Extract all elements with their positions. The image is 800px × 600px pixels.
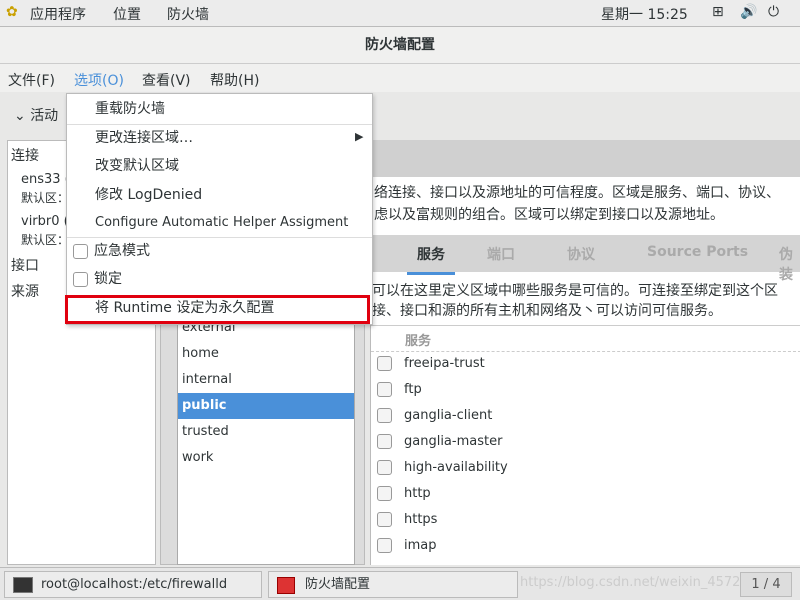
terminal-icon bbox=[13, 577, 33, 593]
clock[interactable]: 星期一 15:25 bbox=[601, 4, 688, 24]
services-description: 可以在这里定义区域中哪些服务是可信的。可连接至绑定到这个区 bbox=[372, 283, 778, 299]
menu-change-default-zone[interactable]: 改变默认区域 bbox=[95, 153, 179, 179]
connection-ens33[interactable]: ens33 ( bbox=[21, 172, 70, 187]
menu-file[interactable]: 文件(F) bbox=[8, 70, 55, 90]
network-icon[interactable]: ⊞ bbox=[712, 4, 724, 20]
power-icon[interactable]: ⏻ bbox=[768, 4, 779, 20]
connection-zone: 默认区： bbox=[21, 191, 70, 205]
zone-list[interactable]: external home internal public trusted wo… bbox=[177, 300, 355, 565]
tab-masquerade[interactable]: 伪装 bbox=[779, 244, 800, 284]
zone-details: 络连接、接口以及源地址的可信程度。区域是服务、端口、协议、 虑以及富规则的组合。… bbox=[370, 140, 800, 565]
tab-protocols[interactable]: 协议 bbox=[567, 244, 595, 264]
checkbox[interactable] bbox=[377, 460, 392, 475]
top-bar: ✿ 应用程序 位置 防火墙 星期一 15:25 ⊞ 🔊 ⏻ bbox=[0, 0, 800, 27]
services-description: 接、接口和源的所有主机和网络及丶可以访问可信服务。 bbox=[372, 303, 722, 319]
tab-services[interactable]: 服务 bbox=[407, 244, 455, 275]
active-label: 活动 bbox=[30, 108, 59, 124]
task-firewall[interactable]: 防火墙配置 bbox=[268, 571, 518, 598]
firewall-icon bbox=[277, 577, 295, 594]
workspace-pager[interactable]: 1 / 4 bbox=[740, 572, 792, 597]
menu-helper-assignment[interactable]: Configure Automatic Helper Assigment bbox=[95, 210, 348, 236]
taskbar: root@localhost:/etc/firewalld 防火墙配置 http… bbox=[0, 567, 800, 600]
active-expander[interactable]: ⌄ 活动 bbox=[14, 105, 58, 125]
service-row[interactable]: freeipa-trust bbox=[377, 351, 485, 377]
service-row[interactable]: https bbox=[377, 507, 437, 533]
service-row[interactable]: high-availability bbox=[377, 455, 508, 481]
menu-help[interactable]: 帮助(H) bbox=[210, 70, 259, 90]
checkbox[interactable] bbox=[73, 271, 88, 287]
app-menu[interactable]: 防火墙 bbox=[167, 4, 209, 24]
checkbox[interactable] bbox=[377, 512, 392, 527]
menu-view[interactable]: 查看(V) bbox=[142, 70, 191, 90]
volume-icon[interactable]: 🔊 bbox=[740, 4, 757, 20]
watermark: https://blog.csdn.net/weixin_45720 bbox=[520, 575, 749, 590]
service-row[interactable]: imap bbox=[377, 533, 437, 559]
checkbox[interactable] bbox=[377, 408, 392, 423]
connections-header: 连接 bbox=[11, 148, 39, 164]
zone-header bbox=[371, 140, 800, 177]
options-menu: 重载防火墙 更改连接区域… ▶ 改变默认区域 修改 LogDenied Conf… bbox=[65, 93, 373, 325]
menu-change-connection-zone[interactable]: 更改连接区域… bbox=[95, 125, 193, 151]
checkbox[interactable] bbox=[377, 382, 392, 397]
service-row[interactable]: ftp bbox=[377, 377, 422, 403]
menu-bar: 文件(F) 选项(O) 查看(V) 帮助(H) bbox=[0, 64, 800, 96]
checkbox[interactable] bbox=[377, 434, 392, 449]
task-terminal[interactable]: root@localhost:/etc/firewalld bbox=[4, 571, 262, 598]
connection-virbr0[interactable]: virbr0 ( bbox=[21, 214, 69, 229]
menu-log-denied[interactable]: 修改 LogDenied bbox=[95, 182, 202, 208]
menu-reload-firewall[interactable]: 重载防火墙 bbox=[95, 96, 165, 122]
window-title: 防火墙配置 bbox=[0, 27, 800, 64]
chevron-down-icon: ⌄ bbox=[14, 108, 31, 124]
menu-panic-mode[interactable]: 应急模式 bbox=[73, 238, 150, 264]
zone-description: 络连接、接口以及源地址的可信程度。区域是服务、端口、协议、 bbox=[374, 185, 780, 201]
tab-source-ports[interactable]: Source Ports bbox=[647, 244, 748, 260]
applications-menu[interactable]: 应用程序 bbox=[30, 4, 86, 24]
services-column-header[interactable]: 服务 bbox=[405, 330, 431, 349]
checkbox[interactable] bbox=[73, 243, 88, 259]
service-row[interactable]: http bbox=[377, 481, 431, 507]
zone-internal[interactable]: internal bbox=[178, 367, 354, 393]
gnome-foot-icon: ✿ bbox=[6, 4, 18, 20]
connection-zone: 默认区： bbox=[21, 233, 70, 247]
zone-home[interactable]: home bbox=[178, 341, 354, 367]
zone-description: 虑以及富规则的组合。区域可以绑定到接口以及源地址。 bbox=[374, 207, 724, 223]
menu-runtime-to-permanent[interactable]: 将 Runtime 设定为永久配置 bbox=[95, 295, 274, 321]
menu-lockdown[interactable]: 锁定 bbox=[73, 266, 122, 292]
tab-ports[interactable]: 端口 bbox=[487, 244, 515, 264]
zone-public[interactable]: public bbox=[178, 393, 354, 419]
checkbox[interactable] bbox=[377, 486, 392, 501]
submenu-arrow-icon: ▶ bbox=[355, 130, 364, 143]
zone-trusted[interactable]: trusted bbox=[178, 419, 354, 445]
service-row[interactable]: ganglia-master bbox=[377, 429, 502, 455]
zone-work[interactable]: work bbox=[178, 445, 354, 471]
checkbox[interactable] bbox=[377, 356, 392, 371]
checkbox[interactable] bbox=[377, 538, 392, 553]
interfaces-item[interactable]: 接口 bbox=[11, 255, 39, 275]
places-menu[interactable]: 位置 bbox=[113, 4, 141, 24]
sources-item[interactable]: 来源 bbox=[11, 281, 39, 301]
service-row[interactable]: ganglia-client bbox=[377, 403, 492, 429]
